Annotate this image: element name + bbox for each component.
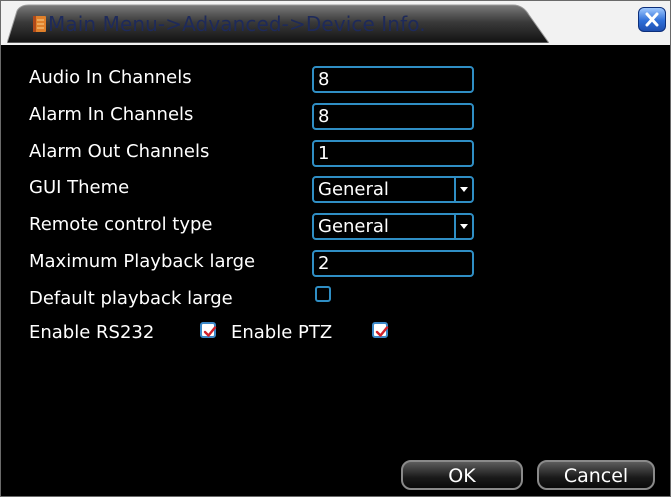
alarm-out-field[interactable]: 1 [312, 140, 474, 167]
title-bar: Main Menu->Advanced->Device Info. [1, 1, 670, 45]
audio-in-label: Audio In Channels [29, 67, 192, 88]
cancel-button[interactable]: Cancel [537, 460, 655, 490]
ok-button[interactable]: OK [401, 460, 523, 490]
gui-theme-label: GUI Theme [29, 177, 130, 198]
remote-control-value: General [318, 216, 389, 237]
close-button[interactable] [638, 7, 666, 32]
checkmark-icon [203, 326, 217, 337]
alarm-in-field[interactable]: 8 [312, 103, 474, 130]
max-playback-label: Maximum Playback large [29, 251, 256, 272]
remote-control-dropdown-button[interactable] [454, 215, 472, 238]
ok-button-label: OK [448, 465, 476, 487]
window-title: Main Menu->Advanced->Device Info. [48, 12, 426, 36]
audio-in-field[interactable]: 8 [312, 66, 474, 93]
cancel-button-label: Cancel [563, 465, 629, 487]
gui-theme-select[interactable]: General [312, 176, 474, 203]
menu-icon [33, 16, 46, 32]
close-icon [645, 12, 659, 27]
rs232-checkbox[interactable] [200, 322, 217, 338]
remote-control-select[interactable]: General [312, 213, 474, 240]
ptz-label: Enable PTZ [231, 322, 333, 343]
title-tab: Main Menu->Advanced->Device Info. [7, 3, 549, 43]
checkmark-icon [375, 326, 389, 337]
dropdown-arrow-icon [460, 224, 468, 229]
alarm-out-label: Alarm Out Channels [29, 141, 210, 162]
ptz-checkbox[interactable] [372, 322, 389, 338]
rs232-label: Enable RS232 [29, 322, 155, 343]
device-info-dialog: Main Menu->Advanced->Device Info. Audio … [0, 0, 671, 497]
remote-control-label: Remote control type [29, 214, 213, 235]
gui-theme-value: General [318, 179, 389, 200]
dropdown-arrow-icon [460, 187, 468, 192]
max-playback-field[interactable]: 2 [312, 250, 474, 277]
default-playback-label: Default playback large [29, 288, 233, 309]
default-playback-checkbox[interactable] [315, 286, 331, 302]
alarm-in-label: Alarm In Channels [29, 104, 194, 125]
gui-theme-dropdown-button[interactable] [454, 178, 472, 201]
